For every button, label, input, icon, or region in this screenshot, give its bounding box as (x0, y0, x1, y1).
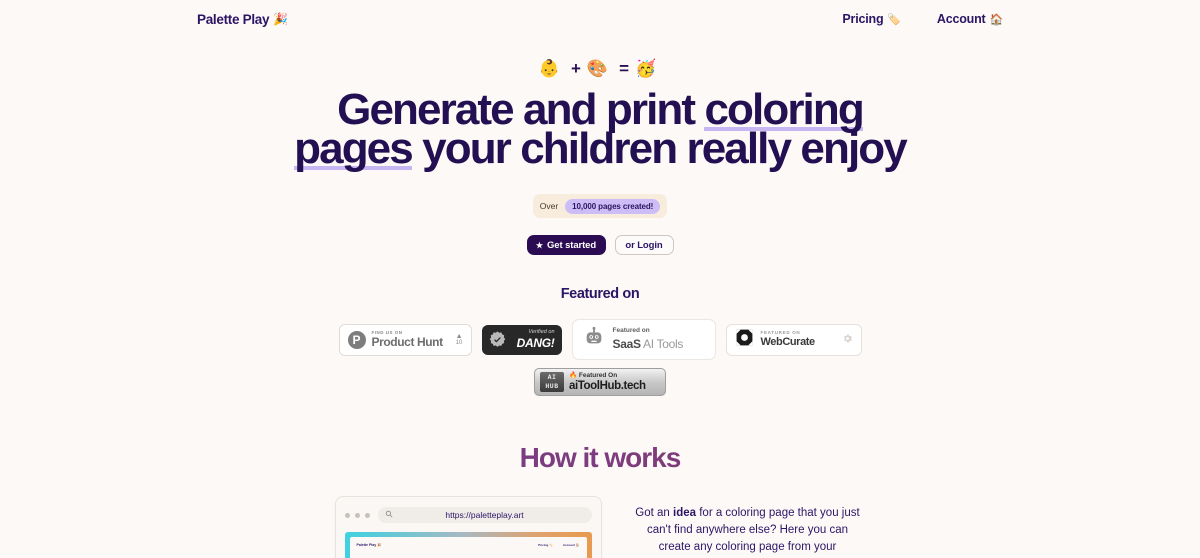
how-text-part-one: Got an (635, 507, 674, 519)
upvote-arrow-icon: ▲ (455, 333, 463, 340)
saas-subtitle: Featured on (612, 326, 650, 334)
nav-link-account[interactable]: Account 🏠 (937, 12, 1003, 26)
nav-link-pricing-label: Pricing (842, 12, 884, 26)
house-icon: 🏠 (989, 13, 1004, 26)
webcurate-subtitle: FEATURED ON (760, 329, 801, 335)
badge-aitoolhub[interactable]: AI HUB 🔥 Featured On aiToolHub.tech (534, 368, 666, 396)
product-hunt-title: Product Hunt (371, 335, 444, 350)
badge-saas-ai-tools[interactable]: Featured on SaaS AI Tools (571, 319, 716, 360)
brand-logo[interactable]: Palette Play 🎉 (197, 12, 288, 27)
aitoolhub-title: aiToolHub.tech (569, 379, 646, 392)
nav-link-pricing[interactable]: Pricing 🏷️ (842, 12, 901, 26)
login-button[interactable]: or Login (614, 235, 674, 255)
window-minimize-dot[interactable] (354, 512, 360, 518)
aitoolhub-text: 🔥 Featured On aiToolHub.tech (569, 372, 646, 393)
saas-text: Featured on SaaS AI Tools (613, 327, 684, 352)
webcurate-icon (735, 328, 754, 352)
browser-url-text: https://paletteplay.art (445, 510, 524, 520)
aitoolhub-subtitle: 🔥 Featured On (569, 372, 646, 379)
upvote-count: 10 (455, 340, 463, 346)
mockup-link-account: Account 🏠 (562, 543, 580, 547)
pages-created-badge: Over 10,000 pages created! (533, 194, 667, 218)
mockup-nav: Palette Play 🎉 Pricing 🏷️ Account 🏠 (357, 543, 580, 547)
how-it-works-body: https://paletteplay.art Palette Play 🎉 P… (0, 496, 1200, 558)
aitoolhub-logo-icon: AI HUB (540, 372, 564, 392)
equals-sign: = (619, 59, 630, 78)
mockup-nav-links: Pricing 🏷️ Account 🏠 (538, 543, 579, 547)
hero-emoji-equation: 👶 + 🎨 = 🥳 (0, 60, 1200, 77)
featured-badges-row-2: AI HUB 🔥 Featured On aiToolHub.tech (0, 368, 1200, 396)
saas-title-rest: AI Tools (640, 337, 684, 352)
aitoolhub-logo-line-1: AI (547, 374, 557, 381)
mockup-brand: Palette Play 🎉 (356, 543, 382, 547)
headline-part-two: your children really enjoy (411, 124, 908, 173)
window-close-dot[interactable] (344, 512, 350, 518)
robot-icon (583, 326, 605, 353)
pages-created-prefix: Over (539, 201, 559, 211)
mockup-page-content: Palette Play 🎉 Pricing 🏷️ Account 🏠 (349, 537, 587, 558)
product-hunt-upvote[interactable]: ▲ 10 (456, 333, 463, 346)
party-popper-emoji: 🎉 (273, 12, 288, 26)
browser-viewport: Palette Play 🎉 Pricing 🏷️ Account 🏠 (344, 532, 592, 558)
browser-toolbar: https://paletteplay.art (344, 507, 592, 523)
dang-text: Verified on DANG! (511, 330, 555, 349)
flame-icon: 🔥 (569, 371, 578, 379)
palette-emoji: 🎨 (586, 59, 614, 78)
hero-section: 👶 + 🎨 = 🥳 Generate and print coloring pa… (0, 60, 1200, 255)
dang-title: DANG! (516, 335, 555, 350)
badge-product-hunt[interactable]: P FIND US ON Product Hunt ▲ 10 (338, 323, 472, 356)
cta-button-row: ★ Get started or Login (0, 235, 1200, 255)
get-started-label: Get started (547, 239, 597, 251)
get-started-button[interactable]: ★ Get started (526, 235, 606, 255)
badge-dang[interactable]: Verified on DANG! (481, 324, 562, 355)
product-hunt-text: FIND US ON Product Hunt (371, 330, 450, 350)
nav-links: Pricing 🏷️ Account 🏠 (842, 12, 1003, 26)
how-it-works-description: Got an idea for a coloring page that you… (630, 496, 866, 558)
search-icon (385, 510, 393, 520)
aitoolhub-subtitle-label: Featured On (578, 371, 618, 379)
brand-name: Palette Play (197, 11, 270, 27)
pages-created-count: 10,000 pages created! (565, 198, 661, 214)
nav-link-account-label: Account (936, 12, 986, 26)
saas-title: SaaS AI Tools (613, 337, 684, 352)
page-title: Generate and print coloring pages your c… (285, 84, 915, 174)
saas-title-bold: SaaS (612, 337, 641, 352)
verified-seal-icon (489, 331, 506, 348)
plus-sign: + (570, 59, 581, 78)
badge-webcurate[interactable]: FEATURED ON WebCurate (725, 323, 862, 356)
aitoolhub-logo-line-2: HUB (545, 383, 559, 390)
top-navigation-bar: Palette Play 🎉 Pricing 🏷️ Account 🏠 (0, 5, 1200, 33)
gear-icon (842, 331, 853, 349)
how-text-bold: idea (673, 507, 697, 519)
webcurate-text: FEATURED ON WebCurate (760, 329, 835, 349)
baby-emoji: 👶 (538, 59, 565, 78)
dang-subtitle: Verified on (528, 329, 555, 336)
star-icon: ★ (535, 240, 543, 250)
product-hunt-icon: P (347, 330, 366, 349)
how-it-works-heading: How it works (0, 442, 1200, 474)
window-maximize-dot[interactable] (364, 512, 370, 518)
webcurate-title: WebCurate (760, 336, 816, 349)
mockup-link-pricing: Pricing 🏷️ (538, 543, 553, 547)
featured-badges-row-1: P FIND US ON Product Hunt ▲ 10 Verified … (0, 319, 1200, 360)
price-tag-icon: 🏷️ (887, 13, 901, 26)
featured-on-heading: Featured on (560, 286, 640, 302)
browser-address-bar[interactable]: https://paletteplay.art (377, 507, 592, 523)
partying-face-emoji: 🥳 (635, 59, 662, 78)
browser-mockup: https://paletteplay.art Palette Play 🎉 P… (334, 496, 602, 558)
